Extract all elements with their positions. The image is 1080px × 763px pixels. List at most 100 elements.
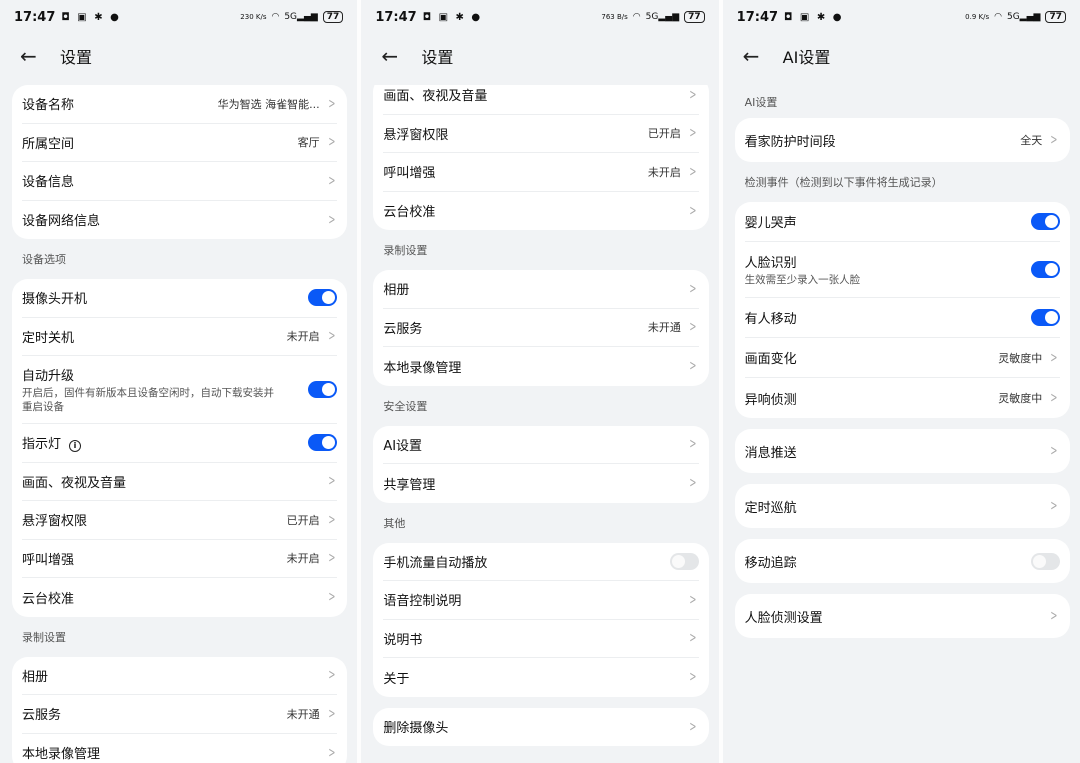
- setting-row[interactable]: 悬浮窗权限已开启>: [383, 115, 698, 154]
- setting-label-group: 云服务: [22, 704, 287, 723]
- toggle-switch[interactable]: [1031, 261, 1060, 278]
- setting-row[interactable]: 定时巡航>: [745, 484, 1060, 528]
- setting-title: 本地录像管理: [383, 361, 461, 376]
- setting-row[interactable]: 摄像头开机: [22, 279, 337, 318]
- setting-row[interactable]: 异响侦测灵敏度中>: [745, 378, 1060, 418]
- chevron-right-icon: >: [328, 134, 335, 150]
- setting-row[interactable]: 移动追踪: [745, 539, 1060, 583]
- setting-row[interactable]: 相册>: [383, 270, 698, 309]
- setting-row[interactable]: 共享管理>: [383, 464, 698, 503]
- spacer: [735, 583, 1070, 594]
- status-right: 0.9 K/s◠5G▂▄▆77: [965, 11, 1066, 23]
- setting-row[interactable]: 设备名称华为智选 海雀智能...>: [22, 85, 337, 124]
- chevron-right-icon: >: [689, 319, 696, 335]
- setting-row[interactable]: 消息推送>: [745, 429, 1060, 473]
- setting-row[interactable]: 看家防护时间段全天>: [745, 118, 1060, 162]
- setting-row[interactable]: 定时关机未开启>: [22, 318, 337, 357]
- chevron-right-icon: >: [1051, 608, 1058, 624]
- status-bar: 17:47◘ ▣ ✱ ●230 K/s◠5G▂▄▆77: [0, 0, 357, 34]
- toggle-switch[interactable]: [308, 434, 337, 451]
- setting-row[interactable]: 画面、夜视及音量>: [22, 463, 337, 502]
- setting-row[interactable]: 悬浮窗权限已开启>: [22, 501, 337, 540]
- back-arrow-icon[interactable]: ←: [381, 44, 411, 68]
- setting-title: 本地录像管理: [22, 747, 100, 762]
- setting-label-group: 共享管理: [383, 474, 687, 493]
- setting-row[interactable]: 手机流量自动播放: [383, 543, 698, 582]
- setting-label-group: 看家防护时间段: [745, 131, 1021, 150]
- setting-label-group: 说明书: [383, 629, 687, 648]
- back-arrow-icon[interactable]: ←: [743, 44, 773, 68]
- setting-label-group: 设备网络信息: [22, 210, 326, 229]
- setting-row[interactable]: 本地录像管理>: [383, 347, 698, 386]
- header: ←设置: [0, 40, 357, 72]
- notification-icons: ◘ ▣ ✱ ●: [423, 12, 482, 23]
- chevron-right-icon: >: [689, 164, 696, 180]
- setting-title: 人脸识别: [745, 256, 797, 271]
- setting-value: 华为智选 海雀智能...: [218, 96, 320, 112]
- section-header: AI设置: [735, 85, 1070, 118]
- setting-label-group: 本地录像管理: [22, 743, 326, 762]
- setting-row[interactable]: 关于>: [383, 658, 698, 697]
- setting-row[interactable]: 设备信息>: [22, 162, 337, 201]
- settings-list-inner: 画面、夜视及音量>悬浮窗权限已开启>呼叫增强未开启>云台校准>录制设置相册>云服…: [361, 85, 718, 746]
- toggle-switch[interactable]: [1031, 213, 1060, 230]
- setting-title: 定时关机: [22, 331, 74, 346]
- settings-list-inner: AI设置看家防护时间段全天>检测事件（检测到以下事件将生成记录）婴儿哭声人脸识别…: [723, 85, 1080, 638]
- battery-indicator: 77: [1045, 11, 1066, 23]
- setting-row[interactable]: 画面变化灵敏度中>: [745, 338, 1060, 378]
- chevron-right-icon: >: [328, 512, 335, 528]
- status-bar: 17:47◘ ▣ ✱ ●0.9 K/s◠5G▂▄▆77: [723, 0, 1080, 34]
- notification-icons: ◘ ▣ ✱ ●: [784, 12, 843, 23]
- setting-row[interactable]: 说明书>: [383, 620, 698, 659]
- toggle-switch[interactable]: [670, 553, 699, 570]
- toggle-switch[interactable]: [1031, 309, 1060, 326]
- setting-row[interactable]: 本地录像管理 >: [22, 734, 337, 763]
- settings-card: 婴儿哭声人脸识别生效需至少录入一张人脸有人移动画面变化灵敏度中>异响侦测灵敏度中…: [735, 202, 1070, 418]
- setting-label: 异响侦测: [745, 389, 999, 408]
- setting-row[interactable]: 相册>: [22, 657, 337, 696]
- settings-screen-scrolled: 17:47◘ ▣ ✱ ●763 B/s◠5G▂▄▆77←设置画面、夜视及音量>悬…: [361, 0, 718, 763]
- setting-row[interactable]: 云服务未开通>: [383, 309, 698, 348]
- setting-title: 删除摄像头: [383, 721, 448, 736]
- setting-row[interactable]: 删除摄像头>: [383, 708, 698, 747]
- setting-label-group: 悬浮窗权限: [383, 124, 648, 143]
- settings-list[interactable]: 画面、夜视及音量>悬浮窗权限已开启>呼叫增强未开启>云台校准>录制设置相册>云服…: [361, 85, 718, 763]
- settings-card: 看家防护时间段全天>: [735, 118, 1070, 162]
- setting-row[interactable]: 云台校准>: [383, 192, 698, 231]
- setting-label: 定时巡航: [745, 497, 1049, 516]
- setting-label: 云台校准: [383, 201, 687, 220]
- setting-row[interactable]: 人脸侦测设置>: [745, 594, 1060, 638]
- setting-row[interactable]: 指示灯i: [22, 424, 337, 463]
- setting-label: 云台校准: [22, 588, 326, 607]
- back-arrow-icon[interactable]: ←: [20, 44, 50, 68]
- setting-title: 画面、夜视及音量: [383, 89, 487, 104]
- chevron-right-icon: >: [689, 475, 696, 491]
- setting-row[interactable]: 画面、夜视及音量>: [383, 85, 698, 115]
- setting-row[interactable]: AI设置>: [383, 426, 698, 465]
- ai-settings-screen: 17:47◘ ▣ ✱ ●0.9 K/s◠5G▂▄▆77←AI设置AI设置看家防护…: [723, 0, 1080, 763]
- setting-label: 云服务: [383, 318, 648, 337]
- setting-row[interactable]: 呼叫增强未开启>: [383, 153, 698, 192]
- chevron-right-icon: >: [328, 745, 335, 761]
- setting-row[interactable]: 人脸识别生效需至少录入一张人脸: [745, 242, 1060, 298]
- setting-row[interactable]: 语音控制说明>: [383, 581, 698, 620]
- info-icon[interactable]: i: [69, 440, 81, 452]
- settings-list[interactable]: AI设置看家防护时间段全天>检测事件（检测到以下事件将生成记录）婴儿哭声人脸识别…: [723, 85, 1080, 763]
- section-header: 检测事件（检测到以下事件将生成记录）: [735, 162, 1070, 202]
- setting-row[interactable]: 所属空间客厅>: [22, 124, 337, 163]
- settings-list[interactable]: 设备名称华为智选 海雀智能...>所属空间客厅>设备信息>设备网络信息>设备选项…: [0, 85, 357, 763]
- setting-label-group: 婴儿哭声: [745, 212, 1031, 231]
- setting-row[interactable]: 设备网络信息>: [22, 201, 337, 240]
- setting-row[interactable]: 有人移动: [745, 298, 1060, 338]
- toggle-switch[interactable]: [308, 289, 337, 306]
- setting-row[interactable]: 婴儿哭声: [745, 202, 1060, 242]
- setting-row[interactable]: 自动升级开启后，固件有新版本且设备空闲时，自动下载安装并重启设备: [22, 356, 337, 424]
- setting-title: 相册: [383, 283, 409, 298]
- setting-row[interactable]: 云台校准>: [22, 578, 337, 617]
- section-header: 录制设置: [12, 617, 347, 657]
- setting-row[interactable]: 呼叫增强未开启>: [22, 540, 337, 579]
- toggle-switch[interactable]: [1031, 553, 1060, 570]
- setting-row[interactable]: 云服务未开通>: [22, 695, 337, 734]
- toggle-switch[interactable]: [308, 381, 337, 398]
- chevron-right-icon: >: [689, 669, 696, 685]
